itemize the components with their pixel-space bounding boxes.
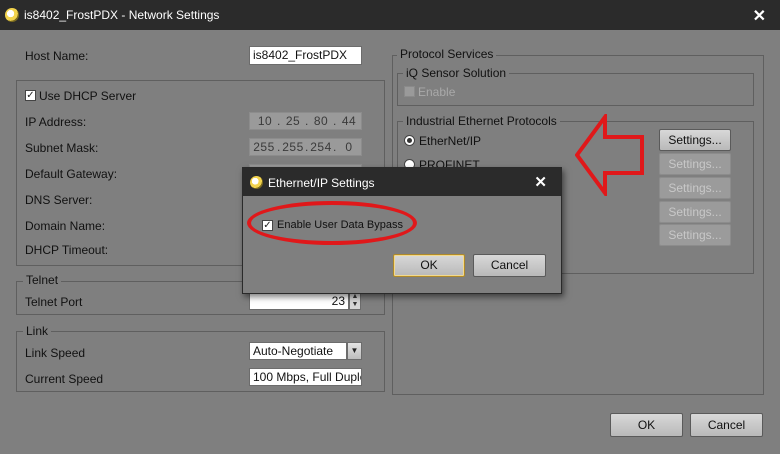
subnet-octet: 0 (345, 140, 353, 154)
ethernet-ip-settings-button[interactable]: Settings... (659, 129, 731, 151)
ip-octet: 44 (341, 114, 357, 128)
telnet-group-title: Telnet (23, 273, 62, 287)
dialog-ok-button[interactable]: OK (393, 254, 465, 277)
ip-address-label: IP Address: (25, 115, 87, 129)
ip-address-field[interactable]: 10 . 25 . 80 . 44 (249, 112, 362, 130)
subnet-octet: 255 (253, 140, 275, 154)
dialog-cancel-button[interactable]: Cancel (473, 254, 546, 277)
dialog-title-bar: Ethernet/IP Settings ✕ (243, 168, 561, 196)
iq-enable-label: Enable (418, 85, 456, 99)
link-speed-label: Link Speed (25, 346, 86, 360)
stepper-down-icon[interactable]: ▼ (350, 301, 360, 309)
telnet-port-stepper[interactable]: ▲ ▼ (349, 292, 361, 310)
stepper-up-icon[interactable]: ▲ (350, 293, 360, 301)
enable-user-data-bypass-label: Enable User Data Bypass (277, 219, 403, 231)
ethernet-ip-label: EtherNet/IP (419, 134, 482, 148)
use-dhcp-checkbox[interactable]: ✓ (25, 90, 36, 101)
subnet-octet: 254 (310, 140, 332, 154)
iq-sensor-title: iQ Sensor Solution (403, 66, 510, 80)
domain-name-label: Domain Name: (25, 219, 106, 233)
default-gateway-label: Default Gateway: (25, 167, 118, 181)
chevron-down-icon[interactable]: ▼ (347, 342, 362, 360)
protocol-settings-button[interactable]: Settings... (659, 224, 731, 246)
link-group-title: Link (23, 324, 52, 338)
ok-button[interactable]: OK (610, 413, 683, 437)
profinet-settings-button[interactable]: Settings... (659, 153, 731, 175)
cancel-button[interactable]: Cancel (690, 413, 763, 437)
telnet-port-input[interactable]: 23 (249, 292, 349, 310)
ip-dot: . (277, 114, 281, 128)
protocol-services-title: Protocol Services (397, 47, 497, 61)
ip-dot: . (333, 114, 337, 128)
dns-server-label: DNS Server: (25, 193, 93, 207)
ip-dot: . (305, 114, 309, 128)
use-dhcp-label: Use DHCP Server (39, 89, 137, 103)
link-speed-select[interactable]: Auto-Negotiate (249, 342, 347, 360)
iq-enable-checkbox[interactable] (404, 86, 415, 97)
app-logo-icon (250, 176, 263, 189)
app-logo-icon (5, 8, 19, 22)
protocol-settings-button[interactable]: Settings... (659, 201, 731, 223)
dhcp-timeout-label: DHCP Timeout: (25, 243, 109, 257)
window-title: is8402_FrostPDX - Network Settings (24, 8, 220, 22)
subnet-dot: . (333, 140, 337, 154)
ip-octet: 25 (285, 114, 301, 128)
current-speed-field: 100 Mbps, Full Duple (249, 368, 362, 386)
dialog-close-icon[interactable]: ✕ (534, 173, 547, 191)
protocol-settings-button[interactable]: Settings... (659, 177, 731, 199)
title-bar: is8402_FrostPDX - Network Settings ✕ (0, 0, 780, 30)
subnet-mask-label: Subnet Mask: (25, 141, 99, 155)
dialog-title: Ethernet/IP Settings (268, 176, 375, 190)
subnet-mask-field[interactable]: 255 . 255 . 254 . 0 (249, 138, 362, 156)
current-speed-label: Current Speed (25, 372, 104, 386)
ip-octet: 80 (313, 114, 329, 128)
close-icon[interactable]: ✕ (753, 6, 766, 26)
host-name-input[interactable]: is8402_FrostPDX (249, 46, 362, 65)
host-name-label: Host Name: (25, 49, 89, 63)
enable-user-data-bypass-checkbox[interactable]: ✓ (262, 220, 273, 231)
telnet-port-label: Telnet Port (25, 295, 83, 309)
ethernet-ip-radio[interactable] (404, 135, 415, 146)
ethernet-ip-settings-dialog: Ethernet/IP Settings ✕ ✓ Enable User Dat… (242, 167, 562, 294)
ip-octet: 10 (257, 114, 273, 128)
subnet-octet: 255 (282, 140, 304, 154)
industrial-ethernet-title: Industrial Ethernet Protocols (403, 114, 560, 128)
